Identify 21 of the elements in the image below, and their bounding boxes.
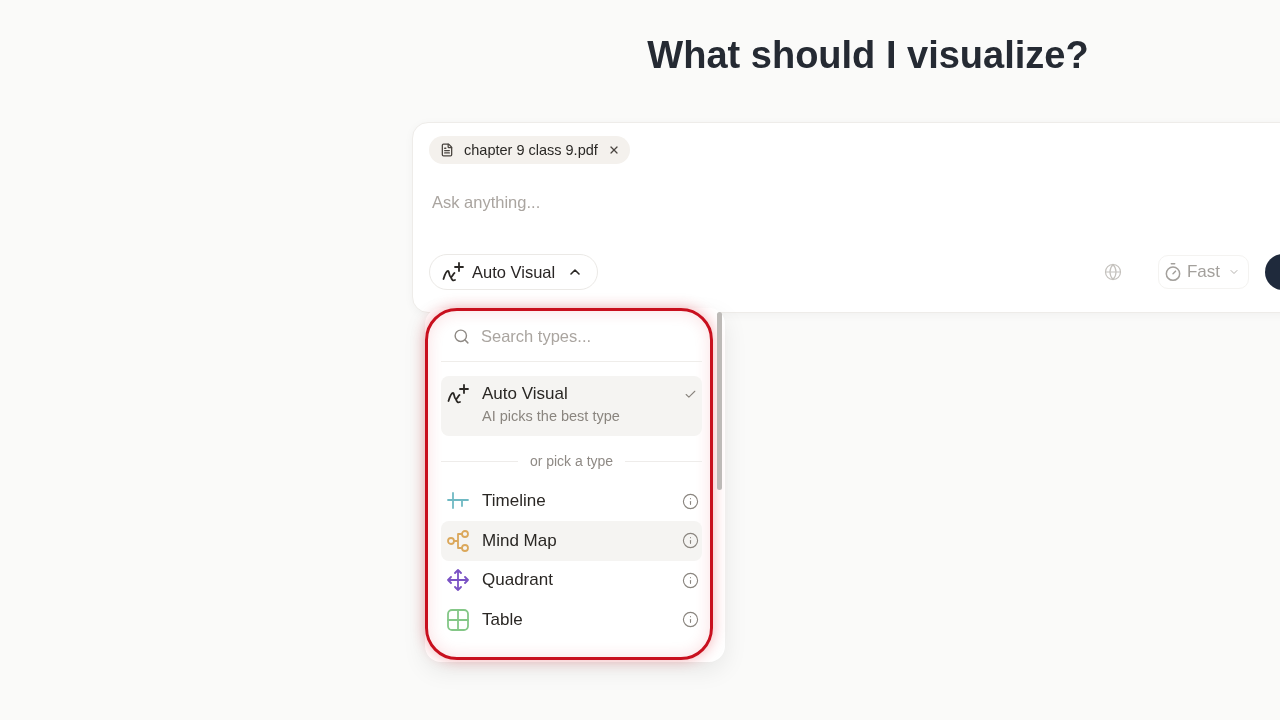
scrollbar-thumb[interactable] [717, 312, 722, 490]
sparkle-squiggle-icon [447, 384, 469, 404]
menu-option[interactable]: Quadrant [441, 560, 702, 600]
page-title: What should I visualize? [647, 33, 1089, 77]
info-icon[interactable] [682, 571, 699, 589]
search-input[interactable]: Search types... [481, 324, 702, 348]
prompt-input[interactable]: Ask anything... [429, 190, 1280, 214]
sparkle-squiggle-icon [442, 262, 464, 282]
menu-option[interactable]: Auto Visual AI picks the best type [441, 376, 702, 436]
check-icon [684, 388, 697, 401]
info-icon[interactable] [682, 532, 699, 550]
file-name: chapter 9 class 9.pdf [464, 142, 598, 158]
menu-option[interactable]: Timeline [441, 481, 702, 521]
menu-option[interactable]: Mind Map [441, 521, 702, 561]
info-icon[interactable] [682, 492, 699, 510]
document-icon [440, 143, 454, 157]
info-icon[interactable] [682, 611, 699, 629]
visual-type-button[interactable]: Auto Visual [429, 254, 599, 290]
separator-label: or pick a type [529, 453, 614, 469]
search-icon [453, 327, 470, 345]
menu-option[interactable]: Table [441, 600, 702, 640]
